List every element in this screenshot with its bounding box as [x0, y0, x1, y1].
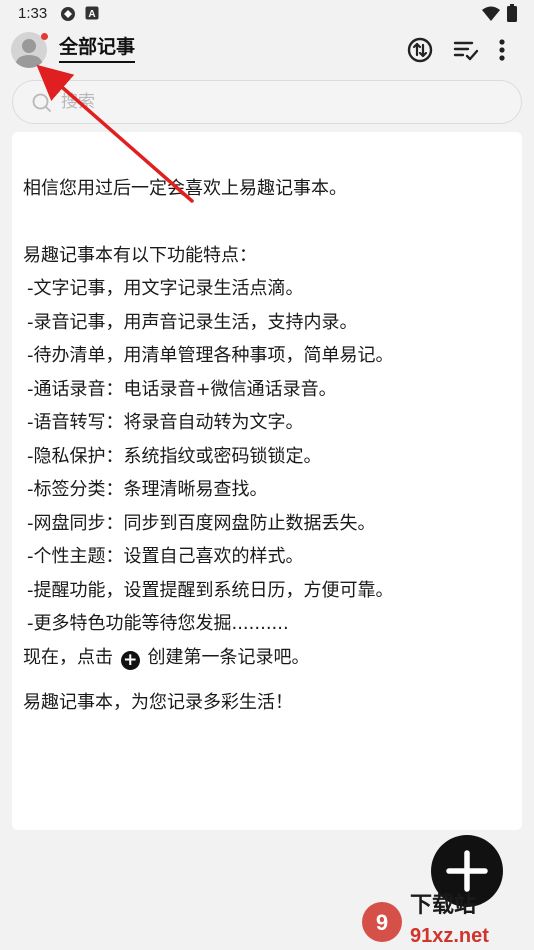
search-bar[interactable]: [12, 80, 522, 124]
feature-item: -更多特色功能等待您发掘..........: [27, 613, 289, 634]
sort-list-icon[interactable]: [452, 36, 480, 64]
feature-item: -标签分类：条理清晰易查找。: [27, 479, 268, 500]
feature-item: -文字记事，用文字记录生活点滴。: [27, 278, 304, 299]
note-closing: 易趣记事本，为您记录多彩生活！: [23, 692, 293, 713]
feature-item: -待办清单，用清单管理各种事项，简单易记。: [27, 345, 394, 366]
top-app-bar: 全部记事: [0, 28, 534, 72]
status-time: 1:33: [18, 5, 48, 22]
app-notification-icon: [60, 6, 76, 26]
feature-item: -录音记事，用声音记录生活，支持内录。: [27, 311, 358, 333]
note-intro: 相信您用过后一定会喜欢上易趣记事本。: [23, 178, 347, 199]
feature-item: -通话录音：电话录音+微信通话录音。: [27, 378, 337, 400]
wifi-icon: [482, 6, 500, 26]
feature-item: -提醒功能，设置提醒到系统日历，方便可靠。: [27, 579, 394, 601]
svg-text:9: 9: [376, 910, 388, 935]
accessibility-icon: A: [85, 6, 99, 24]
instruction-suffix: 创建第一条记录吧。: [147, 646, 310, 668]
notification-dot: [41, 33, 48, 40]
plus-circle-icon: +: [120, 650, 140, 670]
watermark-logo-icon: 9 下载站 91xz.net: [362, 892, 489, 947]
sync-icon[interactable]: [406, 36, 434, 64]
welcome-note-card[interactable]: 相信您用过后一定会喜欢上易趣记事本。 易趣记事本有以下功能特点： -文字记事，用…: [12, 132, 522, 830]
instruction-prefix: 现在，点击: [23, 646, 113, 668]
feature-item: -个性主题：设置自己喜欢的样式。: [27, 546, 304, 567]
status-bar: 1:33 A: [0, 0, 534, 28]
page-title[interactable]: 全部记事: [59, 36, 136, 63]
note-instruction: 现在，点击 + 创建第一条记录吧。: [23, 641, 522, 675]
battery-icon: [507, 4, 517, 26]
feature-item: -隐私保护：系统指纹或密码锁锁定。: [27, 445, 322, 467]
svg-text:A: A: [88, 9, 95, 20]
watermark-title: 下载站: [410, 892, 476, 918]
feature-item: -语音转写：将录音自动转为文字。: [27, 412, 304, 433]
note-features-heading: 易趣记事本有以下功能特点：: [23, 244, 257, 266]
site-watermark: 9 下载站 91xz.net: [360, 888, 534, 950]
watermark-url: 91xz.net: [410, 925, 489, 947]
feature-item: -网盘同步：同步到百度网盘防止数据丢失。: [27, 512, 376, 534]
more-options-icon[interactable]: [494, 36, 510, 64]
search-input[interactable]: [61, 90, 481, 114]
search-icon: [32, 93, 52, 117]
